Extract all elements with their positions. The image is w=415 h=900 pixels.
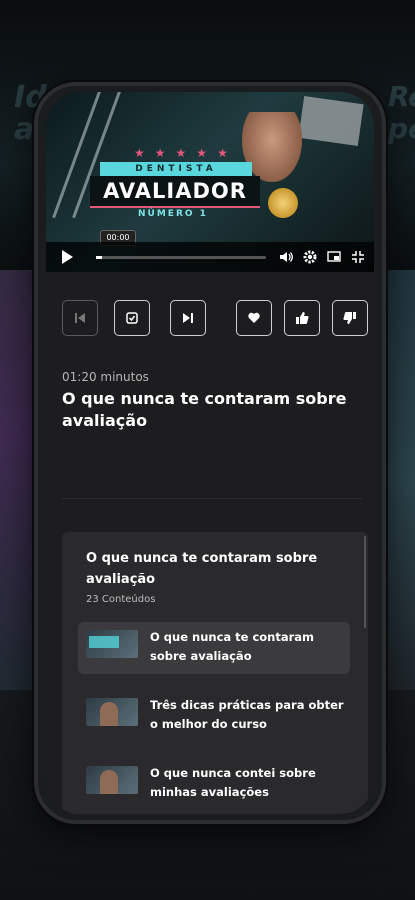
previous-button[interactable] (62, 300, 98, 336)
playlist-item[interactable]: O que nunca te contaram sobre avaliação (78, 622, 350, 674)
video-headline-top: DENTISTA (100, 162, 252, 176)
next-icon (183, 313, 193, 323)
phone-frame: ★ ★ ★ ★ ★ DENTISTA AVALIADOR NÚMERO 1 00… (34, 82, 386, 824)
thumbs-up-icon (296, 312, 309, 324)
playlist-item[interactable]: Três dicas práticas para obter o melhor … (78, 690, 350, 742)
playlist-count: 23 Conteúdos (86, 594, 156, 605)
star-icon: ★ (217, 146, 228, 160)
playlist-item-label: O que nunca contei sobre minhas avaliaçõ… (150, 766, 316, 799)
lesson-info: 01:20 minutos O que nunca te contaram so… (62, 370, 368, 432)
background-word: Rea (388, 80, 415, 113)
mark-complete-button[interactable] (114, 300, 150, 336)
heart-icon (248, 312, 260, 323)
volume-icon[interactable] (278, 249, 294, 265)
favorite-button[interactable] (236, 300, 272, 336)
settings-icon[interactable] (302, 249, 318, 265)
playlist-item-label: O que nunca te contaram sobre avaliação (150, 630, 315, 663)
check-icon (126, 312, 138, 324)
thumbnail-graphic (298, 96, 364, 146)
like-button[interactable] (284, 300, 320, 336)
star-icon: ★ (154, 146, 166, 160)
seek-progress (96, 255, 102, 259)
video-headline-sub: NÚMERO 1 (138, 209, 208, 219)
background-word: pe (388, 112, 415, 145)
lesson-duration: 01:20 minutos (62, 370, 149, 384)
app-screen: ★ ★ ★ ★ ★ DENTISTA AVALIADOR NÚMERO 1 00… (46, 92, 374, 814)
playlist-card: O que nunca te contaram sobre avaliação … (62, 532, 368, 814)
star-icon: ★ (196, 146, 208, 160)
play-icon[interactable] (54, 247, 80, 267)
seek-bar[interactable] (96, 255, 266, 259)
previous-icon (75, 313, 85, 323)
video-controls (46, 242, 374, 272)
playlist-item[interactable]: O que nunca contei sobre minhas avaliaçõ… (78, 758, 350, 810)
star-icon: ★ (175, 146, 187, 160)
scrollbar[interactable] (364, 536, 366, 628)
medal-graphic (268, 188, 298, 218)
star-icon: ★ (134, 146, 145, 160)
playlist-item-label: Três dicas práticas para obter o melhor … (150, 698, 344, 731)
thumbs-down-icon (343, 312, 356, 324)
video-thumbnail (86, 766, 138, 794)
video-thumbnail (86, 698, 138, 726)
playlist-title: O que nunca te contaram sobre avaliação (86, 551, 318, 587)
video-player[interactable]: ★ ★ ★ ★ ★ DENTISTA AVALIADOR NÚMERO 1 00… (46, 92, 374, 272)
stars-decoration: ★ ★ ★ ★ ★ (134, 146, 228, 160)
action-bar (62, 300, 368, 336)
next-button[interactable] (170, 300, 206, 336)
dislike-button[interactable] (332, 300, 368, 336)
headline-stripe (90, 206, 260, 208)
video-thumbnail (86, 630, 138, 658)
divider (62, 498, 362, 499)
cast-icon[interactable] (326, 249, 342, 265)
lesson-title: O que nunca te contaram sobre avaliação (62, 389, 347, 430)
video-headline-main: AVALIADOR (90, 176, 260, 206)
fullscreen-exit-icon[interactable] (350, 249, 366, 265)
